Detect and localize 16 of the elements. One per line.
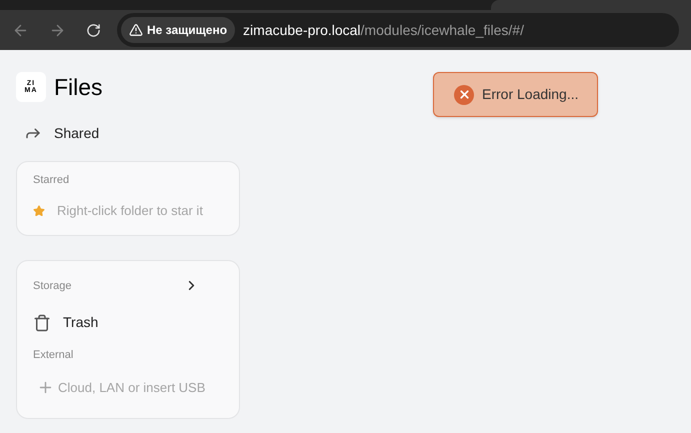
address-bar[interactable]: Не защищено zimacube-pro.local/modules/icewhale_files/#/ <box>117 13 679 47</box>
external-heading: External <box>33 348 74 363</box>
url-text: zimacube-pro.local/modules/icewhale_files/#/ <box>243 20 524 40</box>
toast-message: Error Loading... <box>482 85 578 104</box>
storage-heading: Storage <box>33 278 72 294</box>
app-title: Files <box>54 73 103 102</box>
star-icon <box>33 204 45 217</box>
reload-icon[interactable] <box>86 22 101 38</box>
error-icon <box>454 84 474 104</box>
shared-link[interactable]: Shared <box>24 122 240 144</box>
warning-icon <box>129 23 143 37</box>
trash-icon <box>33 314 51 332</box>
trash-item[interactable]: Trash <box>33 312 223 333</box>
security-chip[interactable]: Не защищено <box>121 17 236 43</box>
starred-heading: Starred <box>33 172 70 188</box>
starred-hint: Right-click folder to star it <box>57 202 203 220</box>
